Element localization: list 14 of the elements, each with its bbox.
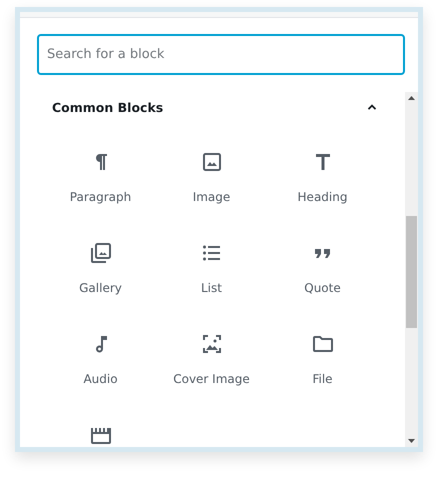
block-button[interactable]: Audio [45,319,156,410]
gallery-icon [88,241,112,265]
block-button[interactable]: Paragraph [45,137,156,228]
block-button[interactable]: Image [156,137,267,228]
block-button[interactable]: File [267,319,378,410]
search-field[interactable]: Search for a block [37,34,405,75]
block-button[interactable]: Cover Image [156,319,267,410]
section-title: Common Blocks [52,98,164,117]
block-button[interactable]: Quote [267,228,378,319]
panel-header[interactable]: Common Blocks [20,92,405,124]
block-button[interactable]: Heading [267,137,378,228]
block-button[interactable]: List [156,228,267,319]
block-button[interactable]: Gallery [45,228,156,319]
scrollbar[interactable] [405,92,418,447]
